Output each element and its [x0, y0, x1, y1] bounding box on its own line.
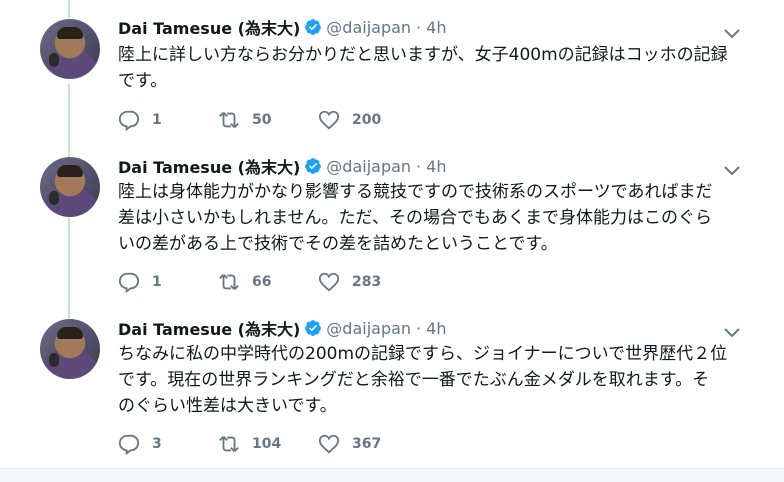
display-name[interactable]: Dai Tamesue (為末大) [118, 154, 300, 178]
tweet-actions: 3 104 367 [118, 433, 418, 455]
reply-button[interactable]: 1 [118, 109, 218, 131]
retweet-button[interactable]: 104 [218, 433, 318, 455]
reply-icon [118, 272, 140, 293]
handle[interactable]: @daijapan [326, 157, 411, 176]
separator: · [416, 318, 422, 338]
timestamp[interactable]: 4h [426, 18, 446, 37]
reply-count: 1 [152, 274, 162, 290]
timestamp[interactable]: 4h [426, 319, 446, 338]
tweet-text: 陸上に詳しい方ならお分かりだと思いますが、女子400mの記録はコッホの記録 です… [118, 42, 748, 94]
retweet-icon [219, 112, 239, 128]
tweet-text-line: ちなみに私の中学時代の200mの記録ですら、ジョイナーについで世界歴代２位 [118, 344, 728, 364]
verified-badge-icon [305, 19, 322, 35]
reply-count: 3 [152, 436, 162, 452]
reply-button[interactable]: 3 [118, 433, 218, 455]
like-button[interactable]: 367 [318, 433, 418, 455]
tweet-actions: 1 50 200 [118, 109, 418, 131]
separator: · [416, 17, 422, 37]
tweet-text-line: 陸上に詳しい方ならお分かりだと思いますが、女子400mの記録はコッホの記録 [118, 45, 728, 65]
retweet-icon [219, 274, 239, 290]
tweet-text-line: のぐらい性差は大きいです。 [118, 396, 337, 416]
like-button[interactable]: 283 [318, 271, 418, 293]
verified-badge-icon [305, 320, 322, 336]
heart-icon [318, 272, 340, 292]
tweet[interactable]: Dai Tamesue (為末大) @daijapan · 4h 陸上に詳しい方… [0, 0, 784, 162]
like-count: 367 [352, 436, 382, 452]
chevron-down-icon[interactable] [722, 163, 742, 177]
tweet-text-line: いの差がある上で技術でその差を詰めたということです。 [118, 234, 558, 254]
heart-icon [318, 110, 340, 130]
tweet[interactable]: Dai Tamesue (為末大) @daijapan · 4h ちなみに私の中… [0, 308, 784, 468]
tweet-text-line: 差は小さいかもしれません。ただ、その場合でもあくまで身体能力はこのぐら [118, 208, 712, 228]
tweet-text-line: です。現在の世界ランキングだと余裕で一番でたぶん金メダルを取れます。そ [118, 370, 710, 390]
verified-badge-icon [305, 158, 322, 174]
retweet-count: 66 [252, 274, 272, 290]
reply-button[interactable]: 1 [118, 271, 218, 293]
reply-icon [118, 110, 140, 131]
timeline-footer [0, 468, 784, 482]
like-count: 283 [352, 274, 382, 290]
like-button[interactable]: 200 [318, 109, 418, 131]
tweet-text: 陸上は身体能力がかなり影響する競技ですので技術系のスポーツであればまだ 差は小さ… [118, 179, 748, 257]
tweet-header: Dai Tamesue (為末大) @daijapan · 4h [118, 154, 446, 178]
reply-icon [118, 434, 140, 455]
avatar[interactable] [40, 157, 100, 217]
tweet-text-line: です。 [118, 71, 168, 91]
tweet-actions: 1 66 283 [118, 271, 418, 293]
like-count: 200 [352, 112, 382, 128]
tweet-header: Dai Tamesue (為末大) @daijapan · 4h [118, 316, 446, 340]
avatar[interactable] [40, 19, 100, 79]
handle[interactable]: @daijapan [326, 319, 411, 338]
tweet-text-line: 陸上は身体能力がかなり影響する競技ですので技術系のスポーツであればまだ [118, 182, 713, 202]
tweet-header: Dai Tamesue (為末大) @daijapan · 4h [118, 15, 446, 39]
display-name[interactable]: Dai Tamesue (為末大) [118, 316, 300, 340]
separator: · [416, 156, 422, 176]
display-name[interactable]: Dai Tamesue (為末大) [118, 15, 300, 39]
reply-count: 1 [152, 112, 162, 128]
chevron-down-icon[interactable] [722, 325, 742, 339]
handle[interactable]: @daijapan [326, 18, 411, 37]
tweet-text: ちなみに私の中学時代の200mの記録ですら、ジョイナーについで世界歴代２位 です… [118, 341, 748, 419]
avatar[interactable] [40, 319, 100, 379]
chevron-down-icon[interactable] [722, 26, 742, 40]
retweet-button[interactable]: 50 [218, 109, 318, 131]
heart-icon [318, 434, 340, 454]
retweet-button[interactable]: 66 [218, 271, 318, 293]
retweet-icon [219, 436, 239, 452]
retweet-count: 104 [252, 436, 282, 452]
timestamp[interactable]: 4h [426, 157, 446, 176]
tweet[interactable]: Dai Tamesue (為末大) @daijapan · 4h 陸上は身体能力… [0, 146, 784, 308]
retweet-count: 50 [252, 112, 272, 128]
